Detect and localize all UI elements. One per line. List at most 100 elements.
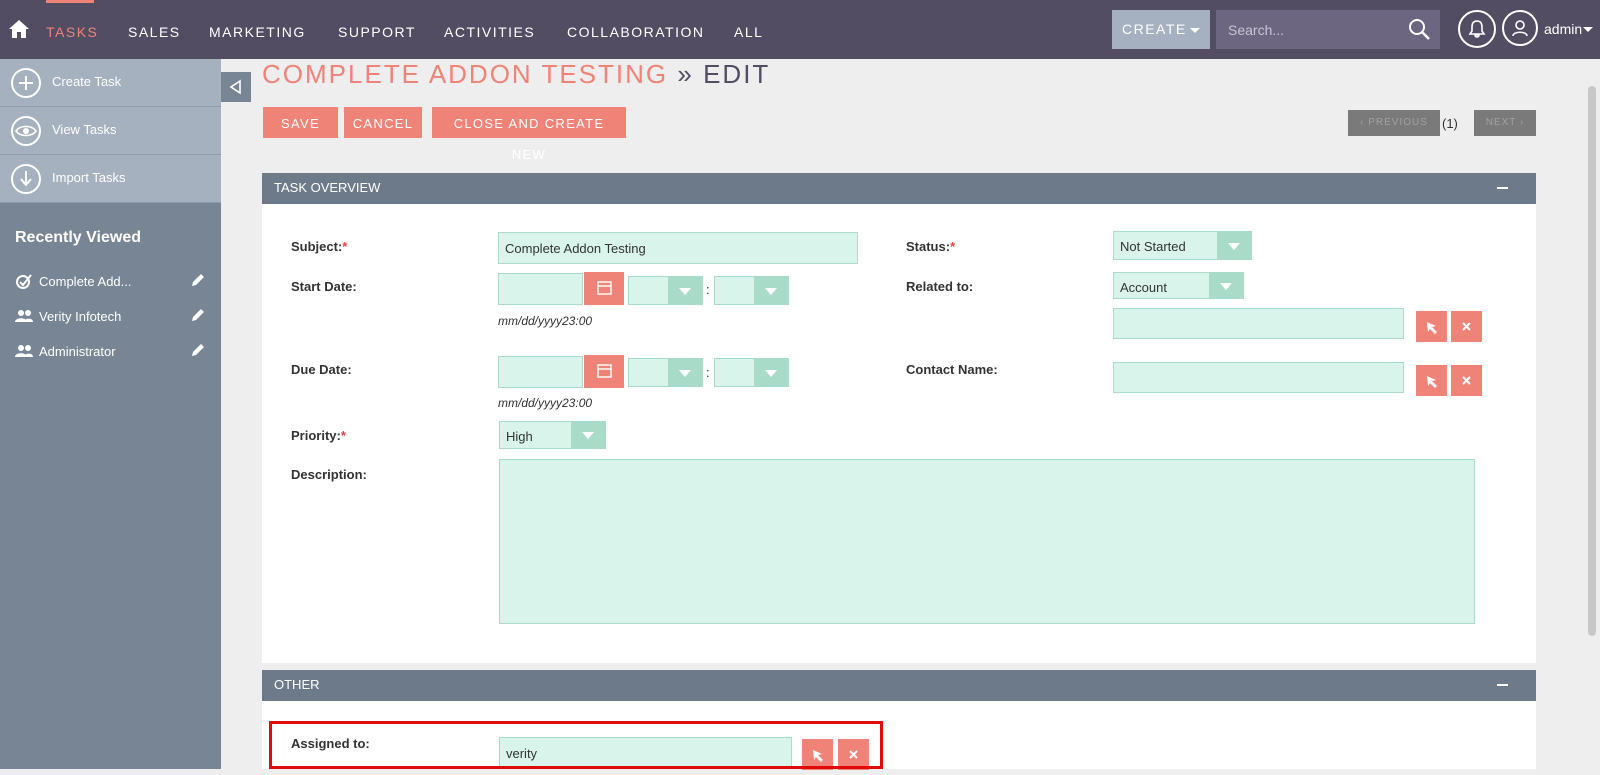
due-hour-select[interactable] — [628, 358, 703, 387]
pencil-icon[interactable] — [190, 307, 206, 323]
recent-item-user[interactable]: Administrator — [15, 342, 210, 362]
plus-icon — [11, 68, 41, 98]
task-overview-header[interactable]: TASK OVERVIEW — [262, 173, 1536, 204]
active-tab-indicator — [46, 0, 94, 3]
create-button[interactable]: CREATE — [1112, 10, 1210, 49]
chevron-down-icon — [1209, 273, 1243, 298]
search-input[interactable] — [1216, 10, 1440, 49]
create-label: CREATE — [1122, 21, 1187, 37]
pencil-icon[interactable] — [190, 272, 206, 288]
recently-viewed-title: Recently Viewed — [15, 229, 141, 246]
close-icon — [1462, 322, 1471, 331]
nav-marketing[interactable]: MARKETING — [209, 24, 306, 40]
close-icon — [1462, 376, 1471, 385]
title-separator: » — [677, 59, 694, 89]
description-textarea[interactable] — [499, 459, 1475, 624]
start-date-label: Start Date: — [291, 279, 357, 294]
status-select[interactable]: Not Started — [1113, 231, 1252, 260]
record-name: COMPLETE ADDON TESTING — [262, 59, 669, 89]
sidebar-view-tasks[interactable]: View Tasks — [0, 107, 221, 155]
nav-all[interactable]: ALL — [734, 24, 763, 40]
start-minute-select[interactable] — [714, 276, 789, 305]
chevron-down-icon — [1217, 232, 1251, 259]
chevron-down-icon — [668, 277, 702, 304]
user-menu-label[interactable]: admin — [1544, 21, 1582, 37]
panel-title: TASK OVERVIEW — [274, 180, 381, 195]
start-hour-select[interactable] — [628, 276, 703, 305]
nav-support[interactable]: SUPPORT — [338, 24, 416, 40]
calendar-icon — [597, 281, 612, 295]
status-label-text: Status: — [906, 239, 951, 254]
nav-collaboration[interactable]: COLLABORATION — [567, 24, 705, 40]
cursor-icon — [1427, 376, 1437, 388]
due-date-label: Due Date: — [291, 362, 352, 377]
chevron-down-icon — [754, 277, 788, 304]
priority-select[interactable]: High — [499, 421, 606, 449]
subject-input[interactable]: Complete Addon Testing — [498, 232, 858, 264]
sidebar-import-tasks[interactable]: Import Tasks — [0, 155, 221, 203]
search-icon[interactable] — [1408, 18, 1430, 40]
close-and-create-new-button[interactable]: CLOSE AND CREATE NEW — [432, 107, 626, 162]
required-mark: * — [340, 428, 346, 443]
nav-activities[interactable]: ACTIVITIES — [444, 24, 535, 40]
home-icon[interactable] — [8, 18, 30, 40]
page-scrollbar[interactable] — [1588, 86, 1596, 636]
users-icon — [15, 345, 33, 357]
chevron-down-icon — [754, 359, 788, 386]
user-avatar[interactable] — [1502, 10, 1538, 46]
pencil-icon[interactable] — [190, 342, 206, 358]
description-label: Description: — [291, 467, 367, 482]
assigned-to-highlight — [269, 721, 883, 769]
subject-label: Subject:* — [291, 239, 347, 254]
nav-tasks[interactable]: TASKS — [46, 24, 98, 40]
next-button[interactable]: NEXT › — [1474, 110, 1536, 136]
required-mark: * — [950, 239, 956, 254]
download-icon — [11, 164, 41, 194]
chevron-down-icon — [571, 422, 605, 448]
contact-clear-button[interactable] — [1451, 365, 1482, 396]
due-minute-select[interactable] — [714, 358, 789, 387]
required-mark: * — [342, 239, 348, 254]
collapse-minus-icon[interactable] — [1497, 684, 1508, 686]
related-select-button[interactable] — [1416, 311, 1447, 342]
priority-label-text: Priority: — [291, 428, 341, 443]
other-header[interactable]: OTHER — [262, 670, 1536, 701]
sidebar-action-label: Import Tasks — [52, 170, 126, 185]
related-to-input[interactable] — [1113, 308, 1404, 339]
task-icon — [16, 274, 32, 289]
user-icon — [1512, 20, 1528, 37]
sidebar: Create Task View Tasks Import Tasks Rece… — [0, 59, 221, 769]
time-separator: : — [706, 365, 710, 380]
sidebar-action-label: Create Task — [52, 74, 122, 89]
start-date-format-hint: mm/dd/yyyy23:00 — [498, 314, 593, 328]
contact-name-input[interactable] — [1113, 362, 1404, 393]
start-date-calendar-button[interactable] — [584, 272, 624, 305]
due-date-calendar-button[interactable] — [584, 355, 624, 388]
next-label: NEXT — [1485, 117, 1517, 128]
previous-button[interactable]: ‹ PREVIOUS — [1348, 110, 1440, 136]
priority-label: Priority:* — [291, 428, 346, 443]
contact-name-label: Contact Name: — [906, 362, 998, 377]
contact-select-button[interactable] — [1416, 365, 1447, 396]
status-label: Status:* — [906, 239, 955, 254]
nav-sales[interactable]: SALES — [128, 24, 181, 40]
related-to-select[interactable]: Account — [1113, 272, 1244, 299]
sidebar-create-task[interactable]: Create Task — [0, 59, 221, 107]
recent-item-label: Complete Add... — [39, 274, 132, 289]
recent-item-task[interactable]: Complete Add... — [15, 272, 210, 292]
collapse-minus-icon[interactable] — [1497, 187, 1508, 189]
caret-down-icon[interactable] — [1583, 27, 1593, 32]
status-value: Not Started — [1120, 239, 1186, 254]
save-button[interactable]: SAVE — [263, 107, 338, 138]
recent-item-account[interactable]: Verity Infotech — [15, 307, 210, 327]
related-clear-button[interactable] — [1451, 311, 1482, 342]
recent-item-label: Administrator — [39, 344, 116, 359]
due-date-input[interactable] — [498, 356, 583, 388]
start-date-input[interactable] — [498, 273, 583, 305]
sidebar-action-label: View Tasks — [52, 122, 117, 137]
cancel-button[interactable]: CANCEL — [344, 107, 422, 138]
notifications-button[interactable] — [1458, 10, 1496, 48]
page-title: COMPLETE ADDON TESTING » EDIT — [262, 59, 770, 90]
sidebar-collapse-button[interactable] — [221, 72, 251, 102]
page-count: (1) — [1442, 116, 1458, 131]
